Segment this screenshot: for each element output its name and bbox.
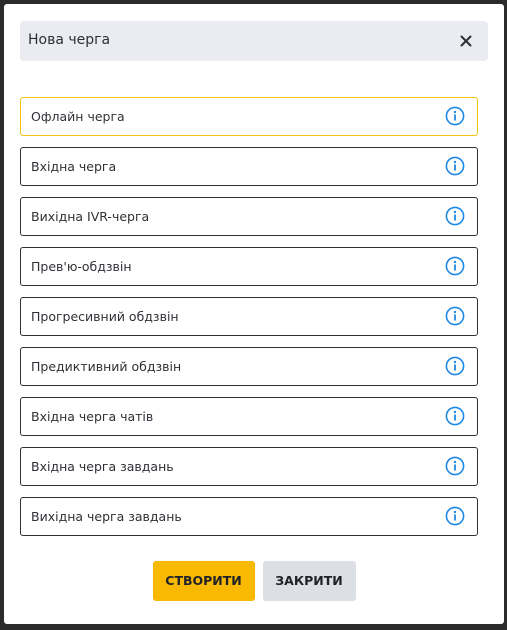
queue-type-option[interactable]: Прев'ю-обдзвін [20, 247, 478, 286]
queue-type-label: Вхідна черга завдань [31, 459, 174, 474]
info-icon[interactable] [445, 206, 465, 226]
cancel-button[interactable]: ЗАКРИТИ [262, 561, 356, 601]
info-icon[interactable] [445, 456, 465, 476]
create-button[interactable]: СТВОРИТИ [152, 561, 255, 601]
queue-type-label: Вхідна черга чатів [31, 409, 154, 424]
queue-type-option[interactable]: Офлайн черга [20, 97, 478, 136]
queue-type-label: Предиктивний обдзвін [31, 359, 182, 374]
close-button[interactable] [456, 31, 476, 51]
queue-type-option[interactable]: Вхідна черга завдань [20, 447, 478, 486]
info-icon[interactable] [445, 406, 465, 426]
queue-type-label: Прев'ю-обдзвін [31, 259, 132, 274]
queue-type-option[interactable]: Вхідна черга [20, 147, 478, 186]
info-icon[interactable] [445, 106, 465, 126]
info-icon[interactable] [445, 506, 465, 526]
info-icon[interactable] [445, 256, 465, 276]
queue-type-option[interactable]: Вихідна черга завдань [20, 497, 478, 536]
close-icon [460, 35, 472, 47]
dialog-header: Нова черга [20, 21, 488, 61]
info-icon[interactable] [445, 306, 465, 326]
queue-type-label: Вхідна черга [31, 159, 117, 174]
queue-type-label: Вихідна IVR-черга [31, 209, 150, 224]
dialog-footer: СТВОРИТИ ЗАКРИТИ [4, 561, 504, 601]
queue-type-option[interactable]: Прогресивний обдзвін [20, 297, 478, 336]
queue-type-list: Офлайн черга Вхідна черга Вихідна IVR-черг… [20, 97, 478, 547]
queue-type-label: Вихідна черга завдань [31, 509, 182, 524]
queue-type-option[interactable]: Предиктивний обдзвін [20, 347, 478, 386]
dialog-title: Нова черга [28, 32, 111, 48]
new-queue-dialog: Нова черга Офлайн черга Вхідна черга Вихід… [4, 4, 504, 624]
queue-type-option[interactable]: Вихідна IVR-черга [20, 197, 478, 236]
info-icon[interactable] [445, 156, 465, 176]
queue-type-option[interactable]: Вхідна черга чатів [20, 397, 478, 436]
info-icon[interactable] [445, 356, 465, 376]
queue-type-label: Офлайн черга [31, 109, 125, 124]
queue-type-label: Прогресивний обдзвін [31, 309, 179, 324]
